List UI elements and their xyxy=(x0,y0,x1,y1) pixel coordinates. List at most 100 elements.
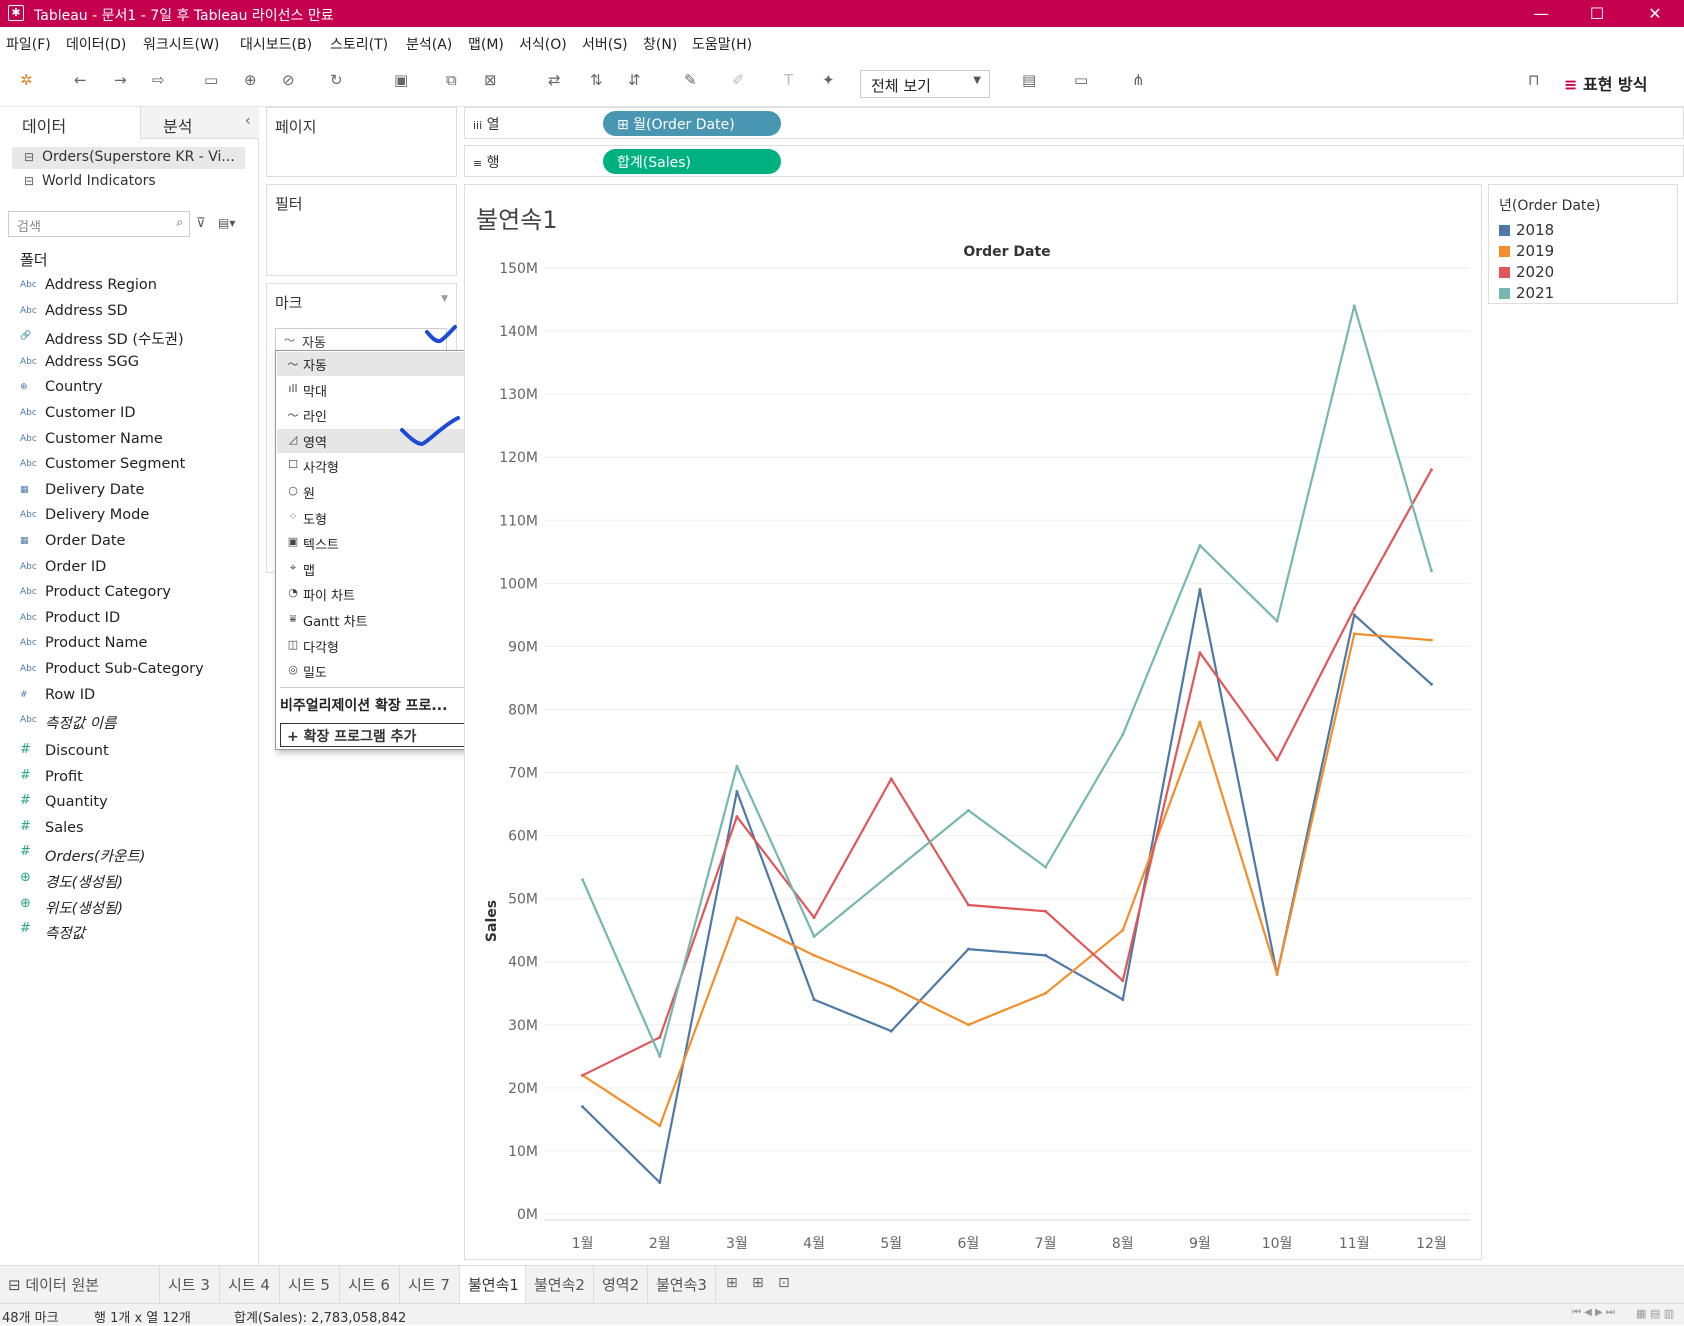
line-chart[interactable]: 0M 10M 20M 30M 40M 50M 60M 70M 80M 90M 100M 110M 120… xyxy=(464,184,1482,1260)
x-tick-label: 4월 xyxy=(803,1236,825,1252)
data-point-2018 xyxy=(1429,682,1433,686)
field-type-icon: ▦ xyxy=(20,536,29,546)
legend-item-2019[interactable]: 2019 xyxy=(1499,242,1554,262)
refresh-icon[interactable]: ↻ xyxy=(330,71,343,89)
datasource-orders[interactable]: ⊟ Orders(Superstore KR - Vi... xyxy=(12,147,245,169)
filters-card[interactable]: 필터 xyxy=(266,184,457,276)
datasource-world-indicators[interactable]: ⊟ World Indicators xyxy=(12,171,245,193)
marks-menu-icon[interactable]: ▼ xyxy=(441,294,448,304)
sheet-nav-icons[interactable]: ⏮ ◀ ▶ ⏭ xyxy=(1572,1307,1615,1318)
rows-shelf[interactable]: ≡ 행 합계(Sales) xyxy=(464,145,1684,177)
mark-option[interactable]: ☐ 사각형 xyxy=(277,454,483,478)
field-name: Address SD xyxy=(45,302,128,319)
view-mode-icons[interactable]: ▦ ▤ ▥ xyxy=(1636,1307,1674,1320)
legend-item-2020[interactable]: 2020 xyxy=(1499,263,1554,283)
presentation-icon[interactable]: ▭ xyxy=(1074,71,1088,89)
show-me-button[interactable]: ≡ 표현 방식 xyxy=(1564,71,1647,95)
field-name: Customer Name xyxy=(45,430,163,447)
menu-worksheet[interactable]: 워크시트(W) xyxy=(143,34,219,54)
add-extension-button[interactable]: + 확장 프로그램 추가 xyxy=(280,723,480,747)
swap-icon[interactable]: ⇄ xyxy=(548,71,561,89)
legend-label: 2020 xyxy=(1516,263,1555,281)
menu-analysis[interactable]: 분석(A) xyxy=(406,34,452,54)
filter-icon[interactable]: ⊽ xyxy=(196,216,206,231)
month-order-date-pill[interactable]: ⊞ 월(Order Date) xyxy=(603,111,781,136)
tableau-start-icon[interactable]: ✲ xyxy=(20,71,33,89)
replay-icon[interactable]: ⇨ xyxy=(152,71,165,89)
save-icon[interactable]: ▭ xyxy=(204,71,218,89)
undo-icon[interactable]: ← xyxy=(74,71,87,89)
new-story-tab-icon[interactable]: ⊡ xyxy=(778,1275,790,1291)
maximize-button[interactable]: ☐ xyxy=(1574,0,1620,27)
clear-sheet-icon[interactable]: ⊠ xyxy=(484,71,497,89)
tab-sheet7[interactable]: 시트 7 xyxy=(400,1266,460,1304)
mark-option[interactable]: ◔ 파이 차트 xyxy=(277,582,483,606)
new-worksheet-icon[interactable]: ▣ xyxy=(394,71,408,89)
color-legend: 년(Order Date) 2018 2019 2020 2021 xyxy=(1488,184,1678,304)
tab-discrete2[interactable]: 불연속2 xyxy=(526,1266,594,1304)
mark-option[interactable]: ⁘ 도형 xyxy=(277,506,483,530)
mark-option[interactable]: ◫ 다각형 xyxy=(277,634,483,658)
menu-window[interactable]: 창(N) xyxy=(643,34,677,54)
highlight-icon[interactable]: ✎ xyxy=(684,71,697,89)
tab-data-source[interactable]: ⊟ 데이터 원본 xyxy=(0,1266,160,1304)
columns-shelf[interactable]: iii 열 ⊞ 월(Order Date) xyxy=(464,107,1684,139)
tab-sheet4[interactable]: 시트 4 xyxy=(220,1266,280,1304)
tab-area2[interactable]: 영역2 xyxy=(594,1266,648,1304)
mark-option[interactable]: 〜 자동 xyxy=(277,352,483,376)
redo-icon[interactable]: → xyxy=(114,71,127,89)
show-cards-icon[interactable]: ▤ xyxy=(1022,71,1036,89)
mark-option-icon: ☐ xyxy=(288,458,298,472)
sum-sales-pill[interactable]: 합계(Sales) xyxy=(603,149,781,174)
tab-sheet3[interactable]: 시트 3 xyxy=(160,1266,220,1304)
menu-help[interactable]: 도움말(H) xyxy=(692,34,752,54)
data-point-2020 xyxy=(1121,979,1125,983)
mark-option[interactable]: ○ 원 xyxy=(277,480,483,504)
menu-server[interactable]: 서버(S) xyxy=(582,34,628,54)
sort-asc-icon[interactable]: ⇅ xyxy=(590,71,603,89)
labels-icon[interactable]: T xyxy=(784,71,793,89)
fit-dropdown[interactable]: 전체 보기 ▼ xyxy=(860,70,990,98)
new-dashboard-tab-icon[interactable]: ⊞ xyxy=(752,1275,764,1291)
tableau-logo-icon: ✱ xyxy=(8,5,24,21)
mark-option[interactable]: ⩸ Gantt 차트 xyxy=(277,608,483,632)
menu-data[interactable]: 데이터(D) xyxy=(66,34,126,54)
datasource-label: Orders(Superstore KR - Vi... xyxy=(42,149,235,165)
mark-option[interactable]: ▣ 텍스트 xyxy=(277,531,483,555)
pages-card[interactable]: 페이지 xyxy=(266,107,457,177)
mark-type-dropdown[interactable]: 〜 자동 xyxy=(275,328,447,352)
legend-item-2021[interactable]: 2021 xyxy=(1499,284,1554,304)
mark-option-label: 영역 xyxy=(303,435,327,451)
new-datasource-icon[interactable]: ⊕ xyxy=(244,71,257,89)
mark-option[interactable]: ıll 막대 xyxy=(277,378,483,402)
tab-sheet5[interactable]: 시트 5 xyxy=(280,1266,340,1304)
tab-discrete3[interactable]: 불연속3 xyxy=(648,1266,716,1304)
menu-format[interactable]: 서식(O) xyxy=(519,34,567,54)
legend-item-2018[interactable]: 2018 xyxy=(1499,221,1554,241)
close-button[interactable]: ✕ xyxy=(1632,0,1678,27)
check-annotation-2 xyxy=(400,416,460,447)
group-icon[interactable]: ✐ xyxy=(732,71,745,89)
minimize-button[interactable]: — xyxy=(1518,0,1564,27)
menu-story[interactable]: 스토리(T) xyxy=(330,34,388,54)
duplicate-icon[interactable]: ⧉ xyxy=(446,71,457,89)
tab-data[interactable]: 데이터 xyxy=(0,107,140,139)
collapse-pane-icon[interactable]: ‹ xyxy=(245,113,251,129)
menu-dashboard[interactable]: 대시보드(B) xyxy=(240,34,312,54)
format-painter-icon[interactable]: ⊓ xyxy=(1528,71,1540,89)
pause-update-icon[interactable]: ⊘ xyxy=(282,71,295,89)
tab-analysis[interactable]: 분석 ‹ xyxy=(140,107,259,139)
view-options-icon[interactable]: ▤▾ xyxy=(218,216,235,230)
tab-sheet6[interactable]: 시트 6 xyxy=(340,1266,400,1304)
new-worksheet-tab-icon[interactable]: ⊞ xyxy=(726,1275,738,1291)
menu-file[interactable]: 파일(F) xyxy=(6,34,51,54)
tab-discrete1[interactable]: 불연속1 xyxy=(460,1266,526,1304)
field-type-icon: ⊕ xyxy=(20,382,28,393)
mark-option[interactable]: ⌖ 맵 xyxy=(277,557,483,581)
mark-option[interactable]: ◎ 밀도 xyxy=(277,659,483,683)
share-icon[interactable]: ⋔ xyxy=(1132,71,1145,89)
menu-map[interactable]: 맵(M) xyxy=(468,34,504,54)
search-input[interactable]: 검색 ⌕ xyxy=(8,211,190,237)
pin-icon[interactable]: ✦ xyxy=(822,71,835,89)
sort-desc-icon[interactable]: ⇵ xyxy=(628,71,641,89)
